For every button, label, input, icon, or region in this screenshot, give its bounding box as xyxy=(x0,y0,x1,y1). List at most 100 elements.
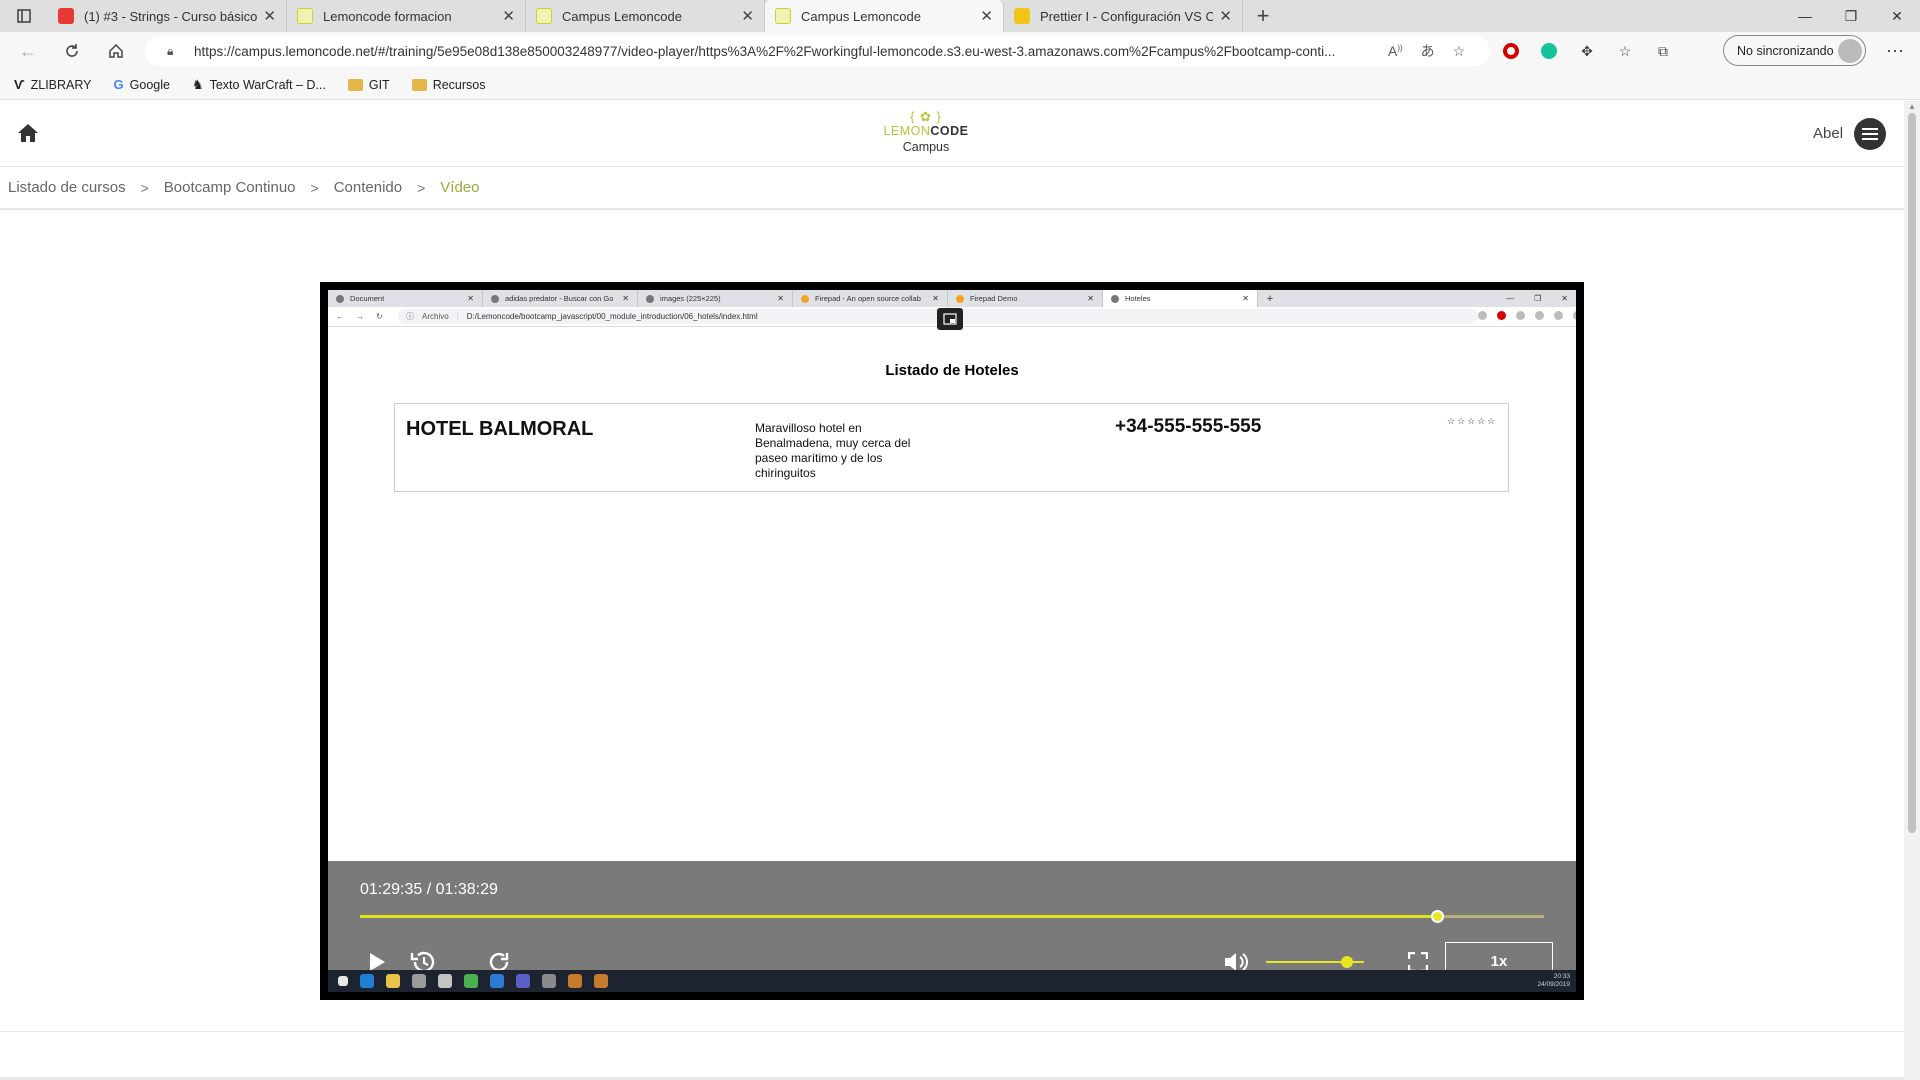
opera-extension-icon[interactable] xyxy=(1500,40,1522,62)
page-scrollbar[interactable]: ▲ xyxy=(1904,101,1920,1080)
home-button[interactable] xyxy=(16,121,40,145)
tab-close-icon[interactable]: ✕ xyxy=(741,7,754,25)
video-inner-newtab-icon: + xyxy=(1266,292,1274,305)
play-icon xyxy=(370,953,385,971)
user-menu-button[interactable] xyxy=(1854,118,1886,150)
bookmark-label: Recursos xyxy=(432,77,486,92)
app-icon xyxy=(568,974,582,988)
browser-tab-1[interactable]: (1) #3 - Strings - Curso básico de ✕ xyxy=(48,0,287,32)
video-inner-tab: Firepad Demo ✕ xyxy=(948,290,1103,307)
volume-slider[interactable] xyxy=(1266,956,1364,968)
fullscreen-icon xyxy=(1408,952,1428,972)
extensions-area: ✥ ☆ ⧉ xyxy=(1500,36,1674,66)
favorites-list-icon[interactable]: ☆ xyxy=(1614,40,1636,62)
close-window-icon[interactable]: ✕ xyxy=(1874,0,1920,32)
bookmark-label: Google xyxy=(129,77,170,92)
video-inner-tab-bar: Document ✕ adidas predator - Buscar con G… xyxy=(328,290,1576,307)
file-explorer-icon xyxy=(386,974,400,988)
video-inner-info-icon: ⓘ xyxy=(406,312,414,321)
bookmark-warcraft[interactable]: ♞ Texto WarCraft – D... xyxy=(192,77,326,93)
minimize-icon[interactable]: — xyxy=(1782,0,1828,32)
tab-title: (1) #3 - Strings - Curso básico de xyxy=(84,8,258,24)
youtube-favicon-icon xyxy=(58,8,74,24)
home-icon xyxy=(18,124,38,142)
volume-slider-handle[interactable] xyxy=(1341,956,1354,968)
browser-tab-4-active[interactable]: Campus Lemoncode ✕ xyxy=(765,0,1004,32)
page-content: { ✿ } LEMONCODE Campus Abel Listado de c… xyxy=(0,101,1904,1080)
picture-in-picture-button[interactable] xyxy=(937,308,963,330)
hotel-rating-stars: ☆☆☆☆☆ xyxy=(1447,416,1498,426)
breadcrumb-courses-link[interactable]: Listado de cursos xyxy=(8,179,126,196)
url-text[interactable]: https://campus.lemoncode.net/#/training/… xyxy=(194,44,1374,59)
browser-tab-5[interactable]: Prettier I - Configuración VS Cod ✕ xyxy=(1004,0,1243,32)
tab-title: Prettier I - Configuración VS Cod xyxy=(1040,8,1214,24)
video-frame[interactable]: Document ✕ adidas predator - Buscar con G… xyxy=(328,290,1576,992)
logo-wordmark: LEMONCODE xyxy=(883,124,969,138)
warcraft-icon: ♞ xyxy=(191,76,204,92)
video-progress-handle[interactable] xyxy=(1431,910,1445,923)
user-name: Abel xyxy=(1813,125,1844,142)
tab-title: Campus Lemoncode xyxy=(562,8,682,24)
home-outline-icon xyxy=(109,43,123,58)
tab-close-icon[interactable]: ✕ xyxy=(502,7,515,25)
video-inner-tab: adidas predator - Buscar con Go ✕ xyxy=(483,290,638,307)
browser-tab-2[interactable]: Lemoncode formacion ✕ xyxy=(287,0,526,32)
video-player[interactable]: Document ✕ adidas predator - Buscar con G… xyxy=(320,282,1584,1000)
mail-icon xyxy=(438,974,452,988)
arrow-left-icon: ← xyxy=(19,40,37,61)
new-tab-button[interactable]: + xyxy=(1243,0,1283,32)
folder-icon xyxy=(411,78,427,91)
hotel-name: HOTEL BALMORAL xyxy=(406,418,594,440)
edge-icon xyxy=(360,974,374,988)
logo-brace: { ✿ } xyxy=(910,109,942,124)
chevron-right-icon: > xyxy=(140,179,149,196)
windows-start-icon xyxy=(338,976,348,986)
bookmark-recursos[interactable]: Recursos xyxy=(411,77,486,92)
browser-menu-button[interactable]: ⋯ xyxy=(1880,36,1910,66)
address-toolbar: ← 🔒︎ https://campus.lemoncode.net/#/trai… xyxy=(0,32,1920,70)
lock-icon: 🔒︎ xyxy=(167,43,174,58)
bookmarks-bar: Ѵ ZLIBRARY G Google ♞ Texto WarCraft – D… xyxy=(0,70,1920,100)
breadcrumb-bootcamp-link[interactable]: Bootcamp Continuo xyxy=(164,179,296,196)
grammarly-extension-icon[interactable] xyxy=(1538,40,1560,62)
profile-avatar-icon xyxy=(1838,39,1862,63)
breadcrumb-current: Vídeo xyxy=(440,179,480,196)
tab-actions-button[interactable] xyxy=(0,0,48,32)
browser-tab-3[interactable]: Campus Lemoncode ✕ xyxy=(526,0,765,32)
page-scrollbar-thumb[interactable] xyxy=(1908,113,1916,833)
scroll-up-icon[interactable]: ▲ xyxy=(1908,103,1916,111)
translate-icon[interactable]: あ xyxy=(1421,41,1435,61)
bookmark-git[interactable]: GIT xyxy=(347,78,390,92)
youtube-play-favicon-icon xyxy=(1014,8,1030,24)
read-aloud-icon[interactable]: A)) xyxy=(1388,43,1403,59)
video-inner-taskbar: 20:33 24/09/2019 xyxy=(328,970,1576,992)
video-inner-tab-active: Hoteles ✕ xyxy=(1103,290,1258,307)
chevron-right-icon: > xyxy=(417,179,426,196)
logo-campus-label: Campus xyxy=(902,140,950,154)
video-progress-bar[interactable] xyxy=(360,910,1544,923)
site-header: { ✿ } LEMONCODE Campus Abel xyxy=(0,101,1904,167)
collections-icon[interactable]: ⧉ xyxy=(1652,40,1674,62)
reload-button[interactable] xyxy=(50,32,94,70)
bookmark-zlibrary[interactable]: Ѵ ZLIBRARY xyxy=(14,77,92,92)
lemoncode-logo[interactable]: { ✿ } LEMONCODE Campus xyxy=(870,109,982,154)
extensions-puzzle-icon[interactable]: ✥ xyxy=(1576,40,1598,62)
tab-close-icon[interactable]: ✕ xyxy=(1219,7,1232,25)
bookmark-label: Texto WarCraft – D... xyxy=(209,77,326,92)
profile-sync-label: No sincronizando xyxy=(1737,43,1834,58)
back-button[interactable]: ← xyxy=(6,32,50,70)
home-browser-button[interactable] xyxy=(94,32,138,70)
restore-icon[interactable]: ❐ xyxy=(1828,0,1874,32)
profile-sync-button[interactable]: No sincronizando xyxy=(1723,35,1866,66)
bookmark-google[interactable]: G Google xyxy=(114,77,170,92)
breadcrumb-content-link[interactable]: Contenido xyxy=(334,179,402,196)
window-controls: — ❐ ✕ xyxy=(1782,0,1920,32)
video-inner-tab: Firepad - An open source collab ✕ xyxy=(793,290,948,307)
favorite-star-icon[interactable]: ☆ xyxy=(1453,43,1466,60)
app-icon xyxy=(594,974,608,988)
tab-title: Lemoncode formacion xyxy=(323,8,452,24)
tab-close-icon[interactable]: ✕ xyxy=(980,7,993,25)
address-bar[interactable]: 🔒︎ https://campus.lemoncode.net/#/traini… xyxy=(145,36,1490,66)
google-icon: G xyxy=(113,77,124,92)
tab-close-icon[interactable]: ✕ xyxy=(263,7,276,25)
